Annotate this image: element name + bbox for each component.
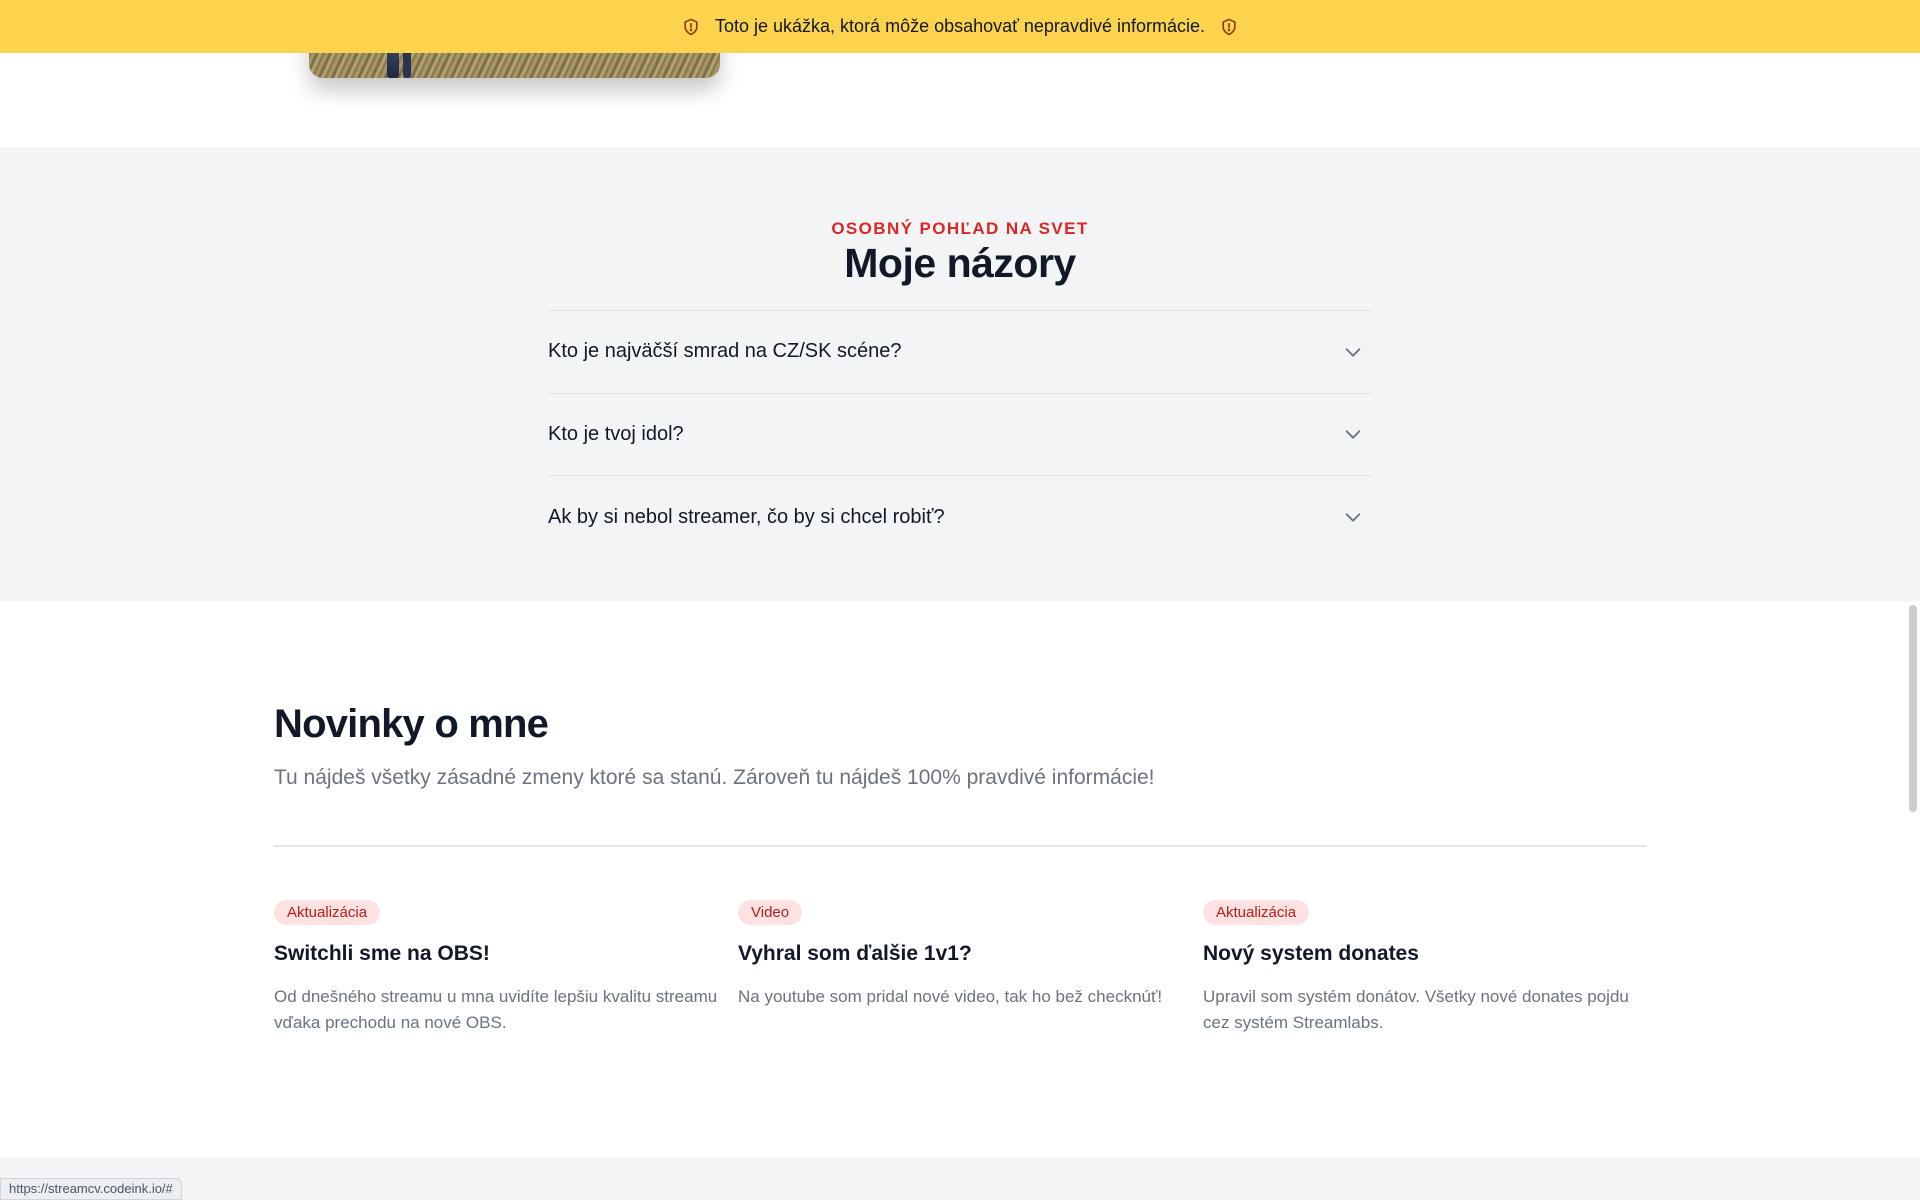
news-card[interactable]: Video Vyhral som ďalšie 1v1? Na youtube … <box>738 900 1183 1010</box>
news-title: Novinky o mne <box>274 702 549 746</box>
category-badge[interactable]: Aktualizácia <box>1203 900 1310 925</box>
banner-text: Toto je ukážka, ktorá môže obsahovať nep… <box>714 16 1205 36</box>
faq-question: Kto je najväčší smrad na CZ/SK scéne? <box>548 340 902 363</box>
demo-warning-banner: Toto je ukážka, ktorá môže obsahovať nep… <box>0 0 1920 53</box>
faq-item[interactable]: Ak by si nebol streamer, čo by si chcel … <box>548 476 1372 559</box>
news-section: Novinky o mne Tu nájdeš všetky zásadné z… <box>0 601 1920 1157</box>
news-card-title[interactable]: Vyhral som ďalšie 1v1? <box>738 942 1183 966</box>
category-badge[interactable]: Video <box>738 900 803 925</box>
next-section <box>0 1157 1920 1200</box>
category-badge[interactable]: Aktualizácia <box>274 900 381 925</box>
news-card-title[interactable]: Switchli sme na OBS! <box>274 942 719 966</box>
shield-alert-icon <box>1219 17 1239 37</box>
status-bar-url: https://streamcv.codeink.io/# <box>0 1178 182 1200</box>
shield-alert-icon <box>681 17 701 37</box>
news-card-text: Od dnešného streamu u mna uvidíte lepšiu… <box>274 987 718 1032</box>
news-card-title[interactable]: Nový system donates <box>1203 942 1648 966</box>
opinions-section: OSOBNÝ POHĽAD NA SVET Moje názory Kto je… <box>0 147 1920 601</box>
section-title: Moje názory <box>844 240 1076 286</box>
chevron-down-icon[interactable] <box>1342 341 1372 363</box>
news-card-text: Upravil som systém donátov. Všetky nové … <box>1203 987 1629 1032</box>
section-eyebrow: OSOBNÝ POHĽAD NA SVET <box>831 219 1089 238</box>
news-card[interactable]: Aktualizácia Nový system donates Upravil… <box>1203 900 1648 1036</box>
faq-question: Ak by si nebol streamer, čo by si chcel … <box>548 505 945 528</box>
chevron-down-icon[interactable] <box>1342 423 1372 445</box>
divider <box>274 845 1646 847</box>
news-intro: Tu nájdeš všetky zásadné zmeny ktoré sa … <box>274 766 1155 789</box>
faq-question: Kto je tvoj idol? <box>548 422 684 445</box>
faq-list: Kto je najväčší smrad na CZ/SK scéne? Kt… <box>548 310 1372 559</box>
chevron-down-icon[interactable] <box>1342 506 1372 528</box>
news-card[interactable]: Aktualizácia Switchli sme na OBS! Od dne… <box>274 900 719 1036</box>
news-card-text: Na youtube som pridal nové video, tak ho… <box>738 987 1163 1006</box>
scrollbar-thumb[interactable] <box>1909 605 1917 812</box>
faq-item[interactable]: Kto je najväčší smrad na CZ/SK scéne? <box>548 311 1372 394</box>
faq-item[interactable]: Kto je tvoj idol? <box>548 394 1372 476</box>
